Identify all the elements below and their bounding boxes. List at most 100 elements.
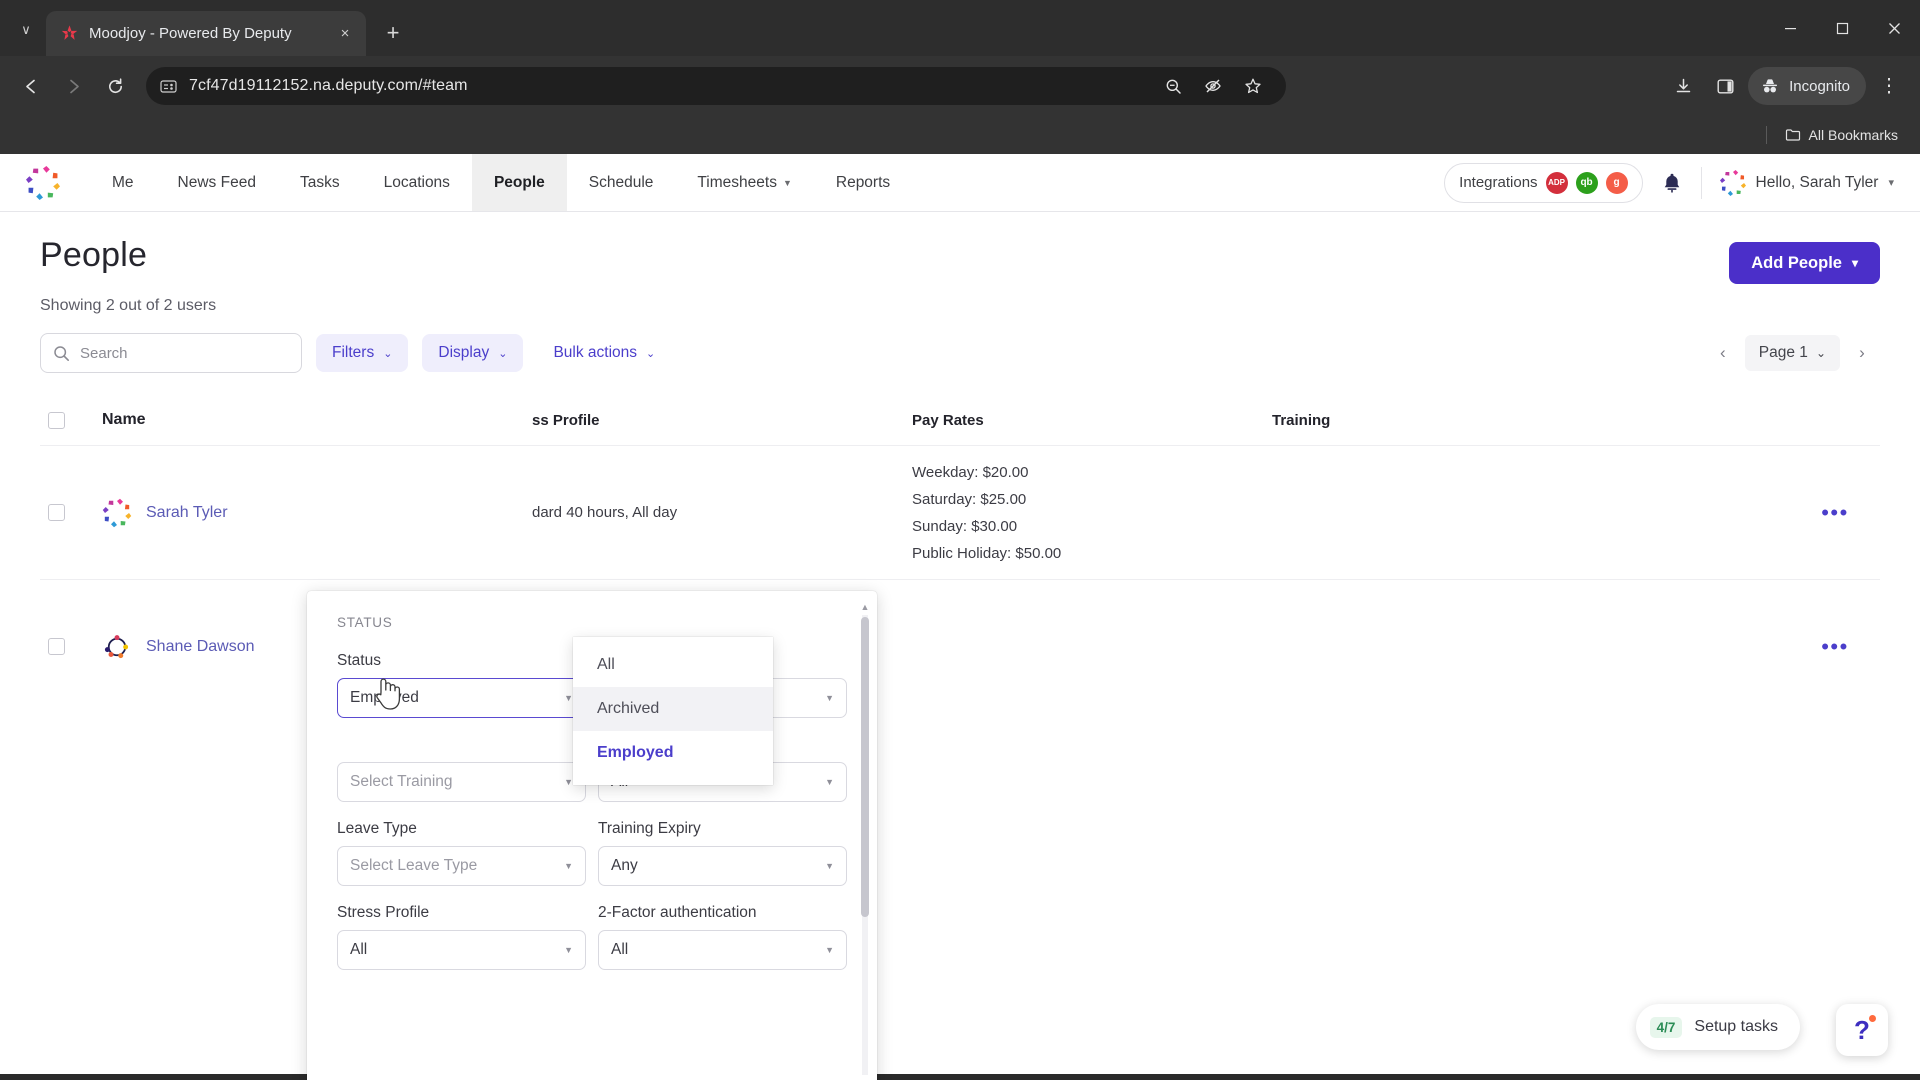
stress-profile-select[interactable]: All ▼ xyxy=(337,930,586,970)
nav-label: People xyxy=(493,173,545,191)
download-icon[interactable] xyxy=(1664,67,1702,105)
chevron-down-icon: ▾ xyxy=(1888,177,1894,189)
bookmark-divider xyxy=(1765,126,1767,144)
bulk-actions-button[interactable]: Bulk actions ⌄ xyxy=(537,334,671,372)
nav-item-news-feed[interactable]: News Feed xyxy=(156,154,278,211)
add-people-button[interactable]: Add People ▾ xyxy=(1729,242,1880,284)
tab-title: Moodjoy - Powered By Deputy xyxy=(89,25,292,42)
page-title: People xyxy=(40,236,148,274)
row-checkbox[interactable] xyxy=(48,504,65,521)
nav-item-timesheets[interactable]: Timesheets ▼ xyxy=(675,154,813,211)
chevron-down-icon: ▼ xyxy=(564,777,573,787)
user-menu[interactable]: Hello, Sarah Tyler ▾ xyxy=(1719,169,1894,196)
nav-label: Reports xyxy=(835,173,891,191)
row-checkbox[interactable] xyxy=(48,638,65,655)
zoom-out-icon[interactable] xyxy=(1154,67,1192,105)
training-select-value: Select Training xyxy=(350,773,453,790)
page-selector[interactable]: Page 1 ⌄ xyxy=(1744,335,1840,371)
adp-icon: ADP xyxy=(1545,171,1568,194)
nav-item-reports[interactable]: Reports xyxy=(814,154,912,211)
back-icon[interactable] xyxy=(12,67,50,105)
scroll-up-icon[interactable]: ▲ xyxy=(859,601,871,613)
search-box[interactable] xyxy=(40,333,302,373)
minimize-icon[interactable] xyxy=(1764,0,1816,56)
column-header-pay-rates[interactable]: Pay Rates xyxy=(912,412,1272,429)
chevron-down-icon: ▼ xyxy=(825,693,834,703)
nav-item-me[interactable]: Me xyxy=(90,154,156,211)
app-navbar: Me News Feed Tasks Locations People Sche… xyxy=(0,154,1920,212)
training-expiry-select[interactable]: Any ▼ xyxy=(598,846,847,886)
prev-page-button[interactable]: ‹ xyxy=(1705,335,1741,371)
status-option-employed[interactable]: Employed xyxy=(573,731,773,775)
nav-item-tasks[interactable]: Tasks xyxy=(278,154,362,211)
leave-type-select[interactable]: Select Leave Type ▼ xyxy=(337,846,586,886)
deputy-favicon xyxy=(60,24,79,43)
nav-item-locations[interactable]: Locations xyxy=(362,154,472,211)
filters-button[interactable]: Filters ⌄ xyxy=(316,334,409,372)
address-bar[interactable]: 7cf47d19112152.na.deputy.com/#team xyxy=(146,67,1286,105)
chevron-down-icon: ⌄ xyxy=(383,347,393,360)
incognito-indicator[interactable]: Incognito xyxy=(1748,67,1866,105)
row-checkbox-cell xyxy=(48,504,102,521)
row-actions-menu[interactable]: ••• xyxy=(1790,501,1880,523)
setup-tasks-count: 4/7 xyxy=(1649,1016,1683,1038)
chevron-down-icon: ▼ xyxy=(825,945,834,955)
column-header-training[interactable]: Training xyxy=(1272,412,1790,429)
filters-panel-scrollbar[interactable]: ▲ ▼ xyxy=(859,601,871,1080)
filter-field-two-factor: 2-Factor authentication All ▼ xyxy=(598,904,847,970)
bell-icon[interactable] xyxy=(1661,171,1683,195)
column-header-profile[interactable]: ss Profile xyxy=(532,412,912,429)
new-tab-icon[interactable]: + xyxy=(376,16,410,50)
person-name-link[interactable]: Sarah Tyler xyxy=(146,504,228,522)
maximize-icon[interactable] xyxy=(1816,0,1868,56)
scrollbar-thumb[interactable] xyxy=(861,617,869,917)
pay-rate-weekday: Weekday: $20.00 xyxy=(912,463,1029,481)
select-all-checkbox[interactable] xyxy=(48,411,65,429)
question-mark-icon: ? xyxy=(1854,1014,1870,1045)
page-info-icon[interactable] xyxy=(160,78,177,95)
filters-section-label: STATUS xyxy=(337,615,393,630)
bulk-actions-label: Bulk actions xyxy=(553,344,638,361)
search-input[interactable] xyxy=(80,344,289,362)
reload-icon[interactable] xyxy=(96,67,134,105)
window-close-icon[interactable] xyxy=(1868,0,1920,56)
two-factor-select[interactable]: All ▼ xyxy=(598,930,847,970)
pay-rate-saturday: Saturday: $25.00 xyxy=(912,490,1027,508)
browser-menu-icon[interactable]: ⋮ xyxy=(1870,67,1908,105)
browser-tab[interactable]: Moodjoy - Powered By Deputy × xyxy=(46,11,366,56)
stress-profile-select-value: All xyxy=(350,941,368,958)
cell-pay-rates: Weekday: $20.00 Saturday: $25.00 Sunday:… xyxy=(912,459,1272,567)
tab-search-icon[interactable]: ∨ xyxy=(6,10,46,50)
moodjoy-logo[interactable] xyxy=(26,165,60,200)
star-icon[interactable] xyxy=(1234,67,1272,105)
pay-rate-sunday: Sunday: $30.00 xyxy=(912,517,1018,535)
column-header-name[interactable]: Name xyxy=(102,411,352,429)
side-panel-icon[interactable] xyxy=(1706,67,1744,105)
status-option-archived[interactable]: Archived xyxy=(573,687,773,731)
all-bookmarks-button[interactable]: All Bookmarks xyxy=(1777,123,1906,147)
status-option-all[interactable]: All xyxy=(573,643,773,687)
next-page-button[interactable]: › xyxy=(1844,335,1880,371)
avatar xyxy=(102,498,132,528)
status-select[interactable]: Employed ▼ xyxy=(337,678,586,718)
add-people-label: Add People xyxy=(1751,253,1842,272)
close-icon[interactable]: × xyxy=(334,23,356,45)
help-button[interactable]: ? xyxy=(1836,1004,1888,1056)
training-expiry-select-value: Any xyxy=(611,857,638,874)
person-name-link[interactable]: Shane Dawson xyxy=(146,638,255,656)
nav-item-people[interactable]: People xyxy=(471,154,567,211)
setup-tasks-widget[interactable]: 4/7 Setup tasks xyxy=(1635,1004,1800,1050)
training-select[interactable]: Select Training ▼ xyxy=(337,762,586,802)
chevron-down-icon: ⌄ xyxy=(646,347,656,360)
two-factor-select-value: All xyxy=(611,941,629,958)
quickbooks-icon: qb xyxy=(1575,171,1598,194)
integrations-button[interactable]: Integrations ADP qb g xyxy=(1444,162,1643,203)
row-actions-menu[interactable]: ••• xyxy=(1790,635,1880,657)
select-all-checkbox-cell xyxy=(48,411,102,429)
table-row[interactable]: Sarah Tyler dard 40 hours, All day Weekd… xyxy=(40,445,1880,579)
eye-slash-icon[interactable] xyxy=(1194,67,1232,105)
nav-item-schedule[interactable]: Schedule xyxy=(567,154,676,211)
forward-icon[interactable] xyxy=(54,67,92,105)
display-button[interactable]: Display ⌄ xyxy=(422,334,524,372)
chevron-down-icon: ▾ xyxy=(1851,256,1858,270)
